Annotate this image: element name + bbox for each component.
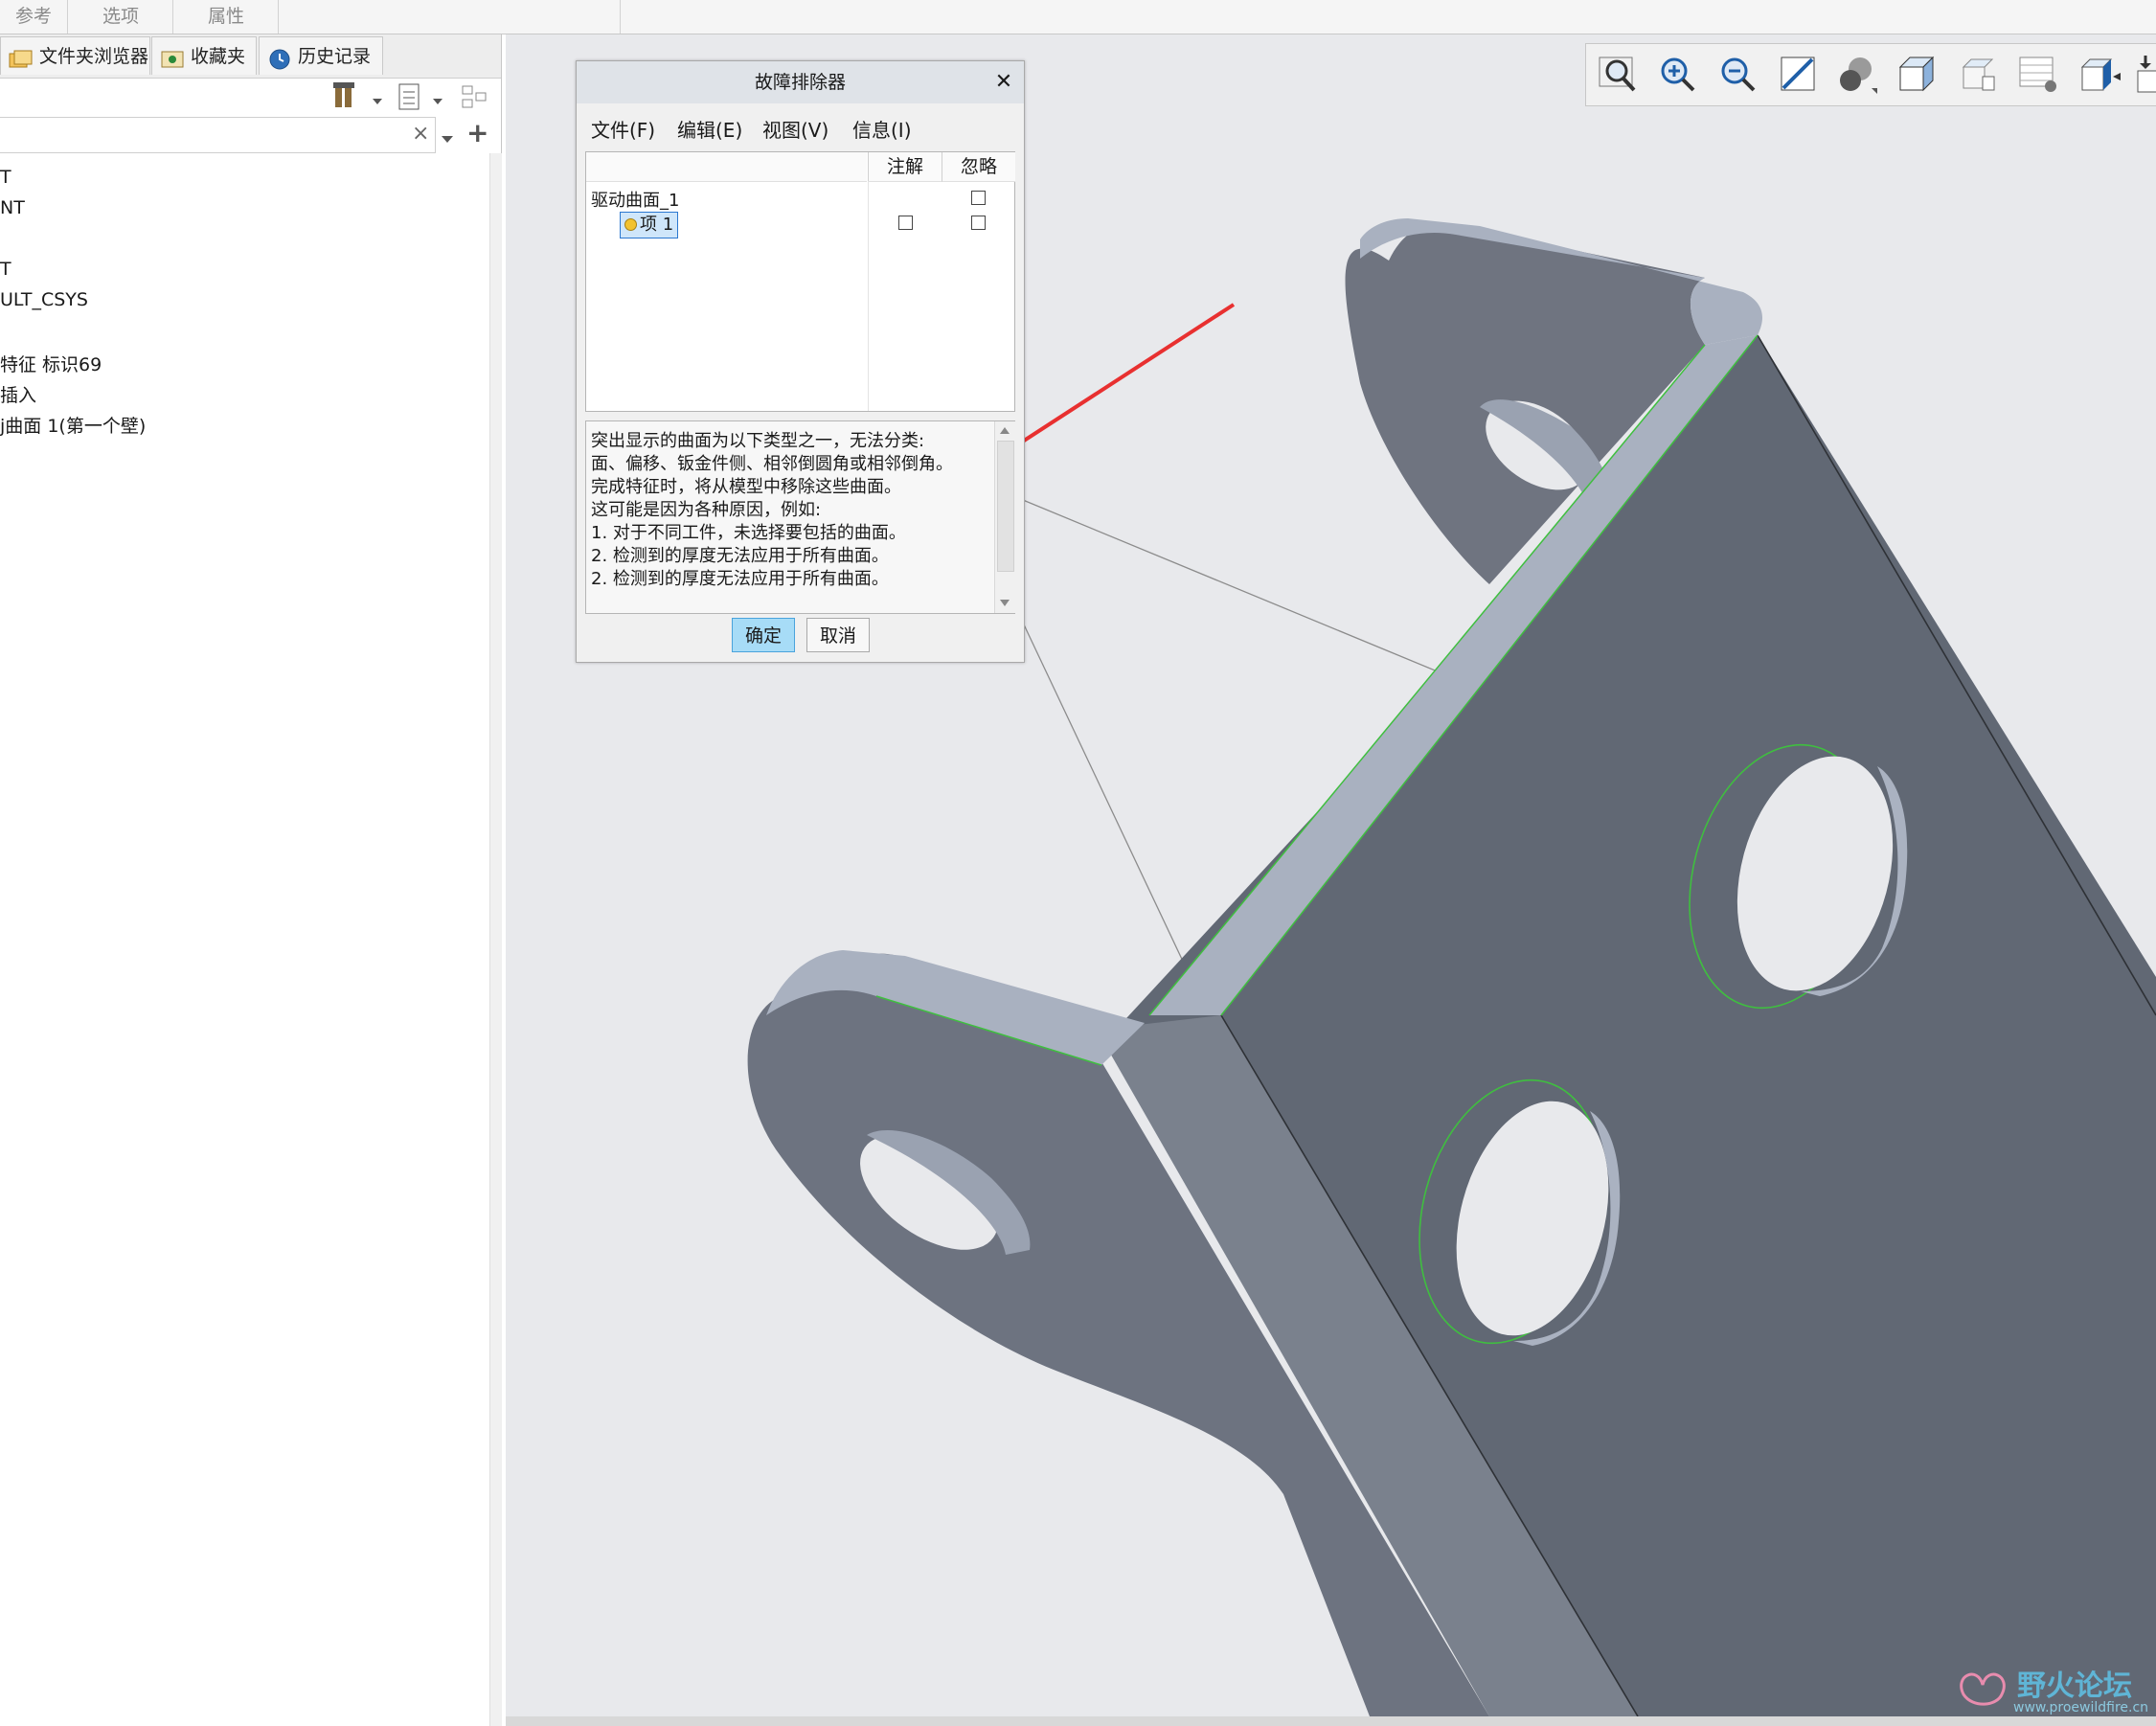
tree-item[interactable]: 特征 标识69 [0,351,102,376]
zoom-in-icon[interactable] [1653,52,1703,98]
tree-item[interactable]: j曲面 1(第一个壁) [0,412,146,438]
message-area: 突出显示的曲面为以下类型之一，无法分类: 面、偏移、钣金件侧、相邻倒圆角或相邻倒… [585,420,1015,614]
message-line: 2. 检测到的厚度无法应用于所有曲面。 [591,569,889,589]
forum-logo-icon [1960,1672,2006,1706]
tab-history[interactable]: 历史记录 [259,36,383,75]
tab-favorites[interactable]: 收藏夹 [151,36,257,75]
favorites-icon [160,46,185,69]
scroll-down-icon[interactable] [1000,600,1010,606]
close-icon[interactable]: ✕ [990,69,1017,96]
ignore-checkbox[interactable] [971,216,986,230]
saved-views-icon[interactable] [1893,52,1942,98]
view-toolbar [1585,43,2156,106]
tab-label: 文件夹浏览器 [39,46,149,67]
column-header-ignore[interactable]: 忽略 [942,152,1015,182]
watermark-url: www.proewildfire.cn [2013,1700,2149,1715]
message-line: 这可能是因为各种原因，例如: [591,500,822,520]
scroll-up-icon[interactable] [1000,427,1010,434]
message-line: 完成特征时，将从模型中移除这些曲面。 [591,477,901,497]
message-line: 1. 对于不同工件，未选择要包括的曲面。 [591,523,906,543]
cancel-button[interactable]: 取消 [806,618,870,652]
tree-header-blank [586,152,867,182]
tree-settings-icon[interactable] [331,80,360,113]
tree-search-input[interactable] [0,117,436,153]
tab-strip-spacer [280,0,621,34]
menu-file[interactable]: 文件(F) [591,115,655,143]
view-manager-icon[interactable] [1954,52,2004,98]
clear-search-icon[interactable]: × [412,124,431,145]
tree-filter-icon[interactable] [460,80,490,113]
zoom-fit-icon[interactable] [1594,52,1644,98]
menu-edit[interactable]: 编辑(E) [677,115,742,143]
folder-browser-icon [9,46,34,69]
more-icon[interactable] [2134,52,2156,98]
tab-label: 收藏夹 [191,46,246,67]
tab-folder-browser[interactable]: 文件夹浏览器 [0,36,150,75]
display-style-icon[interactable] [1833,52,1883,98]
forum-watermark: 野火论坛 www.proewildfire.cn [1954,1662,2150,1721]
datum-display-icon[interactable] [2075,52,2124,98]
menu-info[interactable]: 信息(I) [852,115,912,143]
dialog-menubar: 文件(F) 编辑(E) 视图(V) 信息(I) [577,105,1024,148]
tree-item[interactable]: 插入 [0,381,36,407]
dialog-title: 故障排除器 [577,61,1024,103]
tree-item[interactable]: T [0,259,11,280]
tree-row-label[interactable]: 驱动曲面_1 [591,187,679,212]
menu-view[interactable]: 视图(V) [762,115,828,143]
message-line: 面、偏移、钣金件侧、相邻倒圆角或相邻倒角。 [591,454,953,474]
repaint-icon[interactable] [1774,52,1824,98]
message-scrollbar[interactable] [994,421,1015,613]
annotate-checkbox[interactable] [898,216,913,230]
annotation-display-icon[interactable] [2014,52,2064,98]
item-status-icon [624,218,637,231]
tab-options[interactable]: 选项 [69,0,173,34]
tree-row-label: 项 1 [640,215,674,235]
zoom-out-icon[interactable] [1713,52,1763,98]
watermark-text: 野火论坛 [2017,1669,2132,1703]
chevron-down-icon[interactable] [373,92,382,104]
add-icon[interactable]: + [466,120,488,147]
message-line: 突出显示的曲面为以下类型之一，无法分类: [591,431,925,451]
tab-label: 历史记录 [298,46,372,67]
scroll-thumb[interactable] [997,441,1014,572]
tab-references[interactable]: 参考 [0,0,68,34]
tab-properties[interactable]: 属性 [174,0,279,34]
tree-row-selected[interactable]: 项 1 [620,212,679,238]
search-options-chevron-icon[interactable] [442,130,453,143]
message-line: 2. 检测到的厚度无法应用于所有曲面。 [591,546,889,566]
tree-item[interactable]: NT [0,197,25,218]
column-divider [868,181,869,411]
tree-item[interactable]: ULT_CSYS [0,289,88,310]
ignore-checkbox[interactable] [971,191,986,205]
column-header-annotate[interactable]: 注解 [868,152,942,182]
chevron-down-icon[interactable] [433,92,443,104]
navigator-tabs: 文件夹浏览器 收藏夹 历史记录 [0,34,501,79]
troubleshooter-dialog: 故障排除器 ✕ 文件(F) 编辑(E) 视图(V) 信息(I) 注解 忽略 驱动… [576,60,1025,663]
tree-item[interactable]: T [0,167,11,188]
ok-button[interactable]: 确定 [732,618,795,652]
main-plate-face [1116,335,2156,1716]
tree-scrollbar[interactable] [489,153,502,1726]
feature-tabs-strip: 参考 选项 属性 [0,0,2156,34]
history-icon [267,46,292,69]
show-menu-icon[interactable] [396,80,422,113]
navigator-panel: 文件夹浏览器 收藏夹 历史记录 × + T NT T ULT_CSYS 特征 标… [0,34,502,1726]
status-bar [506,1716,2156,1726]
troubleshooter-tree: 注解 忽略 驱动曲面_1 项 1 [585,151,1015,412]
